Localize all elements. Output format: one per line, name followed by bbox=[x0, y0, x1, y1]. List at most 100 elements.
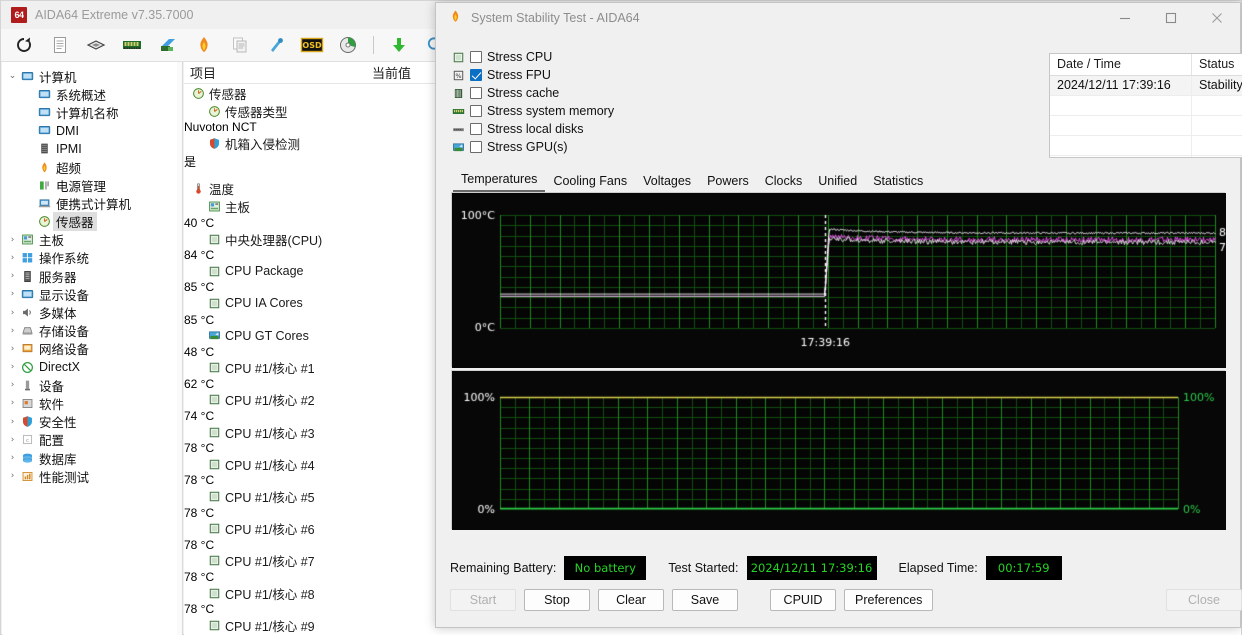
log-row[interactable] bbox=[1050, 156, 1242, 158]
tree-item-label: 主板 bbox=[36, 230, 67, 249]
minimize-button[interactable] bbox=[1102, 3, 1148, 32]
log-column-status[interactable]: Status bbox=[1192, 54, 1242, 75]
tree-item-10[interactable]: ›操作系统 bbox=[2, 249, 182, 267]
tab-statistics[interactable]: Statistics bbox=[865, 171, 931, 192]
report-icon[interactable] bbox=[45, 32, 75, 59]
expand-arrow-icon[interactable]: › bbox=[6, 417, 19, 427]
osd-icon[interactable]: OSD bbox=[297, 32, 327, 59]
stress-option-row[interactable]: Stress cache bbox=[449, 84, 619, 102]
stress-option-row[interactable]: Stress system memory bbox=[449, 102, 619, 120]
expand-arrow-icon[interactable]: › bbox=[6, 435, 19, 445]
clear-button[interactable]: Clear bbox=[598, 589, 664, 611]
log-row[interactable] bbox=[1050, 96, 1242, 116]
expand-arrow-icon[interactable]: › bbox=[6, 289, 19, 299]
expand-arrow-icon[interactable]: › bbox=[6, 253, 19, 263]
stress-option-checkbox[interactable] bbox=[470, 51, 482, 63]
expand-arrow-icon[interactable]: › bbox=[6, 308, 19, 318]
tree-item-2[interactable]: 计算机名称 bbox=[2, 103, 182, 121]
tree-item-9[interactable]: › 主板 bbox=[2, 231, 182, 249]
memory-icon[interactable] bbox=[117, 32, 147, 59]
tree-item-21[interactable]: ›数据库 bbox=[2, 449, 182, 467]
log-row[interactable] bbox=[1050, 136, 1242, 156]
stress-option-row[interactable]: Stress local disks bbox=[449, 120, 619, 138]
cpuid-button[interactable]: CPUID bbox=[770, 589, 836, 611]
navigation-tree[interactable]: ⌄计算机系统概述计算机名称DMIIPMI超频电源管理便携式计算机传感器 › 主板›操… bbox=[2, 62, 183, 635]
tree-scrollbar[interactable] bbox=[177, 62, 182, 635]
stress-option-row[interactable]: Stress CPU bbox=[449, 48, 619, 66]
tree-item-15[interactable]: ›网络设备 bbox=[2, 340, 182, 358]
tab-powers[interactable]: Powers bbox=[699, 171, 757, 192]
motherboard-icon[interactable] bbox=[81, 32, 111, 59]
stress-option-row[interactable]: Stress GPU(s) bbox=[449, 138, 619, 156]
battery-value: No battery bbox=[564, 556, 646, 580]
tree-item-7[interactable]: 便携式计算机 bbox=[2, 194, 182, 212]
column-header-item[interactable]: 项目 bbox=[184, 63, 372, 82]
tree-item-16[interactable]: ›DirectX bbox=[2, 358, 182, 376]
sensor-group-label: 传感器 bbox=[209, 84, 247, 103]
preferences-button[interactable]: Preferences bbox=[844, 589, 933, 611]
battery-label: Remaining Battery: bbox=[450, 561, 556, 575]
cpu-usage-chart-panel[interactable]: CPU Usage | CPU Throttling bbox=[451, 370, 1225, 529]
tree-item-1[interactable]: 系统概述 bbox=[2, 85, 182, 103]
expand-arrow-icon[interactable]: › bbox=[6, 398, 19, 408]
tab-cooling-fans[interactable]: Cooling Fans bbox=[545, 171, 635, 192]
refresh-icon[interactable] bbox=[9, 32, 39, 59]
log-row[interactable] bbox=[1050, 116, 1242, 136]
tree-item-0[interactable]: ⌄计算机 bbox=[2, 67, 182, 85]
start-button[interactable]: Start bbox=[450, 589, 516, 611]
tree-item-8[interactable]: 传感器 bbox=[2, 213, 182, 231]
tree-item-5[interactable]: 超频 bbox=[2, 158, 182, 176]
tree-item-12[interactable]: ›显示设备 bbox=[2, 285, 182, 303]
expand-arrow-icon[interactable]: › bbox=[6, 380, 19, 390]
stability-test-icon[interactable] bbox=[189, 32, 219, 59]
stress-option-checkbox[interactable] bbox=[470, 87, 482, 99]
network-icon[interactable] bbox=[153, 32, 183, 59]
copy-icon[interactable] bbox=[225, 32, 255, 59]
maximize-button[interactable] bbox=[1148, 3, 1194, 32]
stress-option-checkbox[interactable] bbox=[470, 123, 482, 135]
tree-item-22[interactable]: ›性能测试 bbox=[2, 467, 182, 485]
expand-arrow-icon[interactable]: › bbox=[6, 271, 19, 281]
close-button[interactable] bbox=[1194, 3, 1240, 32]
tree-item-17[interactable]: ›设备 bbox=[2, 376, 182, 394]
tree-item-11[interactable]: ›服务器 bbox=[2, 267, 182, 285]
tab-temperatures[interactable]: Temperatures bbox=[453, 169, 545, 192]
tree-item-13[interactable]: ›多媒体 bbox=[2, 303, 182, 321]
expand-arrow-icon[interactable]: ⌄ bbox=[6, 71, 19, 81]
expand-arrow-icon[interactable]: › bbox=[6, 362, 19, 372]
expand-arrow-icon[interactable]: › bbox=[6, 235, 19, 245]
update-download-icon[interactable] bbox=[384, 32, 414, 59]
tree-item-14[interactable]: ›存储设备 bbox=[2, 322, 182, 340]
expand-arrow-icon[interactable]: › bbox=[6, 344, 19, 354]
save-button[interactable]: Save bbox=[672, 589, 738, 611]
tree-item-19[interactable]: ›安全性 bbox=[2, 413, 182, 431]
stress-option-label: Stress GPU(s) bbox=[487, 140, 568, 154]
stress-option-row[interactable]: %Stress FPU bbox=[449, 66, 619, 84]
log-row[interactable]: 2024/12/11 17:39:16Stability Test: Start… bbox=[1050, 76, 1242, 96]
stop-button[interactable]: Stop bbox=[524, 589, 590, 611]
log-column-datetime[interactable]: Date / Time bbox=[1050, 54, 1192, 75]
tree-item-4[interactable]: IPMI bbox=[2, 140, 182, 158]
stress-option-checkbox[interactable] bbox=[470, 69, 482, 81]
close-dialog-button[interactable]: Close bbox=[1166, 589, 1242, 611]
disk-benchmark-icon[interactable] bbox=[333, 32, 363, 59]
expand-arrow-icon[interactable]: › bbox=[6, 453, 19, 463]
monitor-icon bbox=[36, 124, 53, 137]
expand-arrow-icon[interactable]: › bbox=[6, 326, 19, 336]
sensor-row-label: CPU IA Cores bbox=[225, 296, 303, 310]
sensor-row-value: 78 °C bbox=[184, 473, 214, 487]
sensor-row-value: 74 °C bbox=[184, 409, 214, 423]
stress-option-checkbox[interactable] bbox=[470, 105, 482, 117]
tree-item-18[interactable]: ›软件 bbox=[2, 394, 182, 412]
expand-arrow-icon[interactable]: › bbox=[6, 471, 19, 481]
stress-option-checkbox[interactable] bbox=[470, 141, 482, 153]
temperature-chart-panel[interactable]: MotherboardCPUCPU Core #1CPU Core #2CPU … bbox=[451, 192, 1225, 367]
tree-item-3[interactable]: DMI bbox=[2, 122, 182, 140]
tree-item-20[interactable]: ›c配置 bbox=[2, 431, 182, 449]
diagnostics-icon[interactable] bbox=[261, 32, 291, 59]
dialog-footer-buttons: StartStopClearSaveCPUIDPreferences Close bbox=[450, 589, 933, 611]
tab-clocks[interactable]: Clocks bbox=[757, 171, 811, 192]
tab-voltages[interactable]: Voltages bbox=[635, 171, 699, 192]
tab-unified[interactable]: Unified bbox=[810, 171, 865, 192]
tree-item-6[interactable]: 电源管理 bbox=[2, 176, 182, 194]
